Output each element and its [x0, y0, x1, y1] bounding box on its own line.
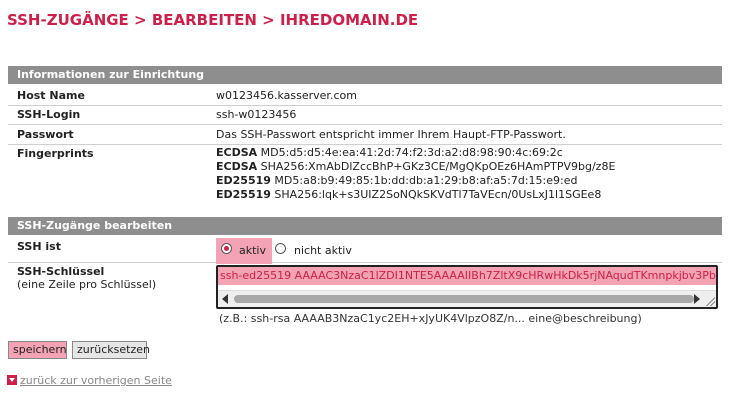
fingerprint-algo: ECDSA	[216, 160, 258, 173]
radio-inactive-label[interactable]: nicht aktiv	[294, 244, 352, 257]
fingerprint-algo: ED25519	[216, 174, 271, 187]
fingerprint-hash: MD5:d5:d5:4e:ea:41:2d:74:f2:3d:a2:d8:98:…	[260, 146, 563, 159]
scrollbar-thumb[interactable]	[234, 295, 694, 303]
ssh-keys-label: SSH-Schlüssel	[17, 265, 105, 278]
host-label: Host Name	[17, 89, 85, 102]
fingerprint-item: ED25519 SHA256:lqk+s3UIZ2SoNQkSKVdTl7TaV…	[216, 188, 615, 202]
save-button[interactable]: speichern	[8, 341, 67, 359]
ssh-keys-sublabel: (eine Zeile pro Schlüssel)	[17, 278, 157, 291]
fingerprint-hash: SHA256:lqk+s3UIZ2SoNQkSKVdTl7TaVEcn/0UsL…	[274, 188, 602, 201]
ssh-keys-row: SSH-Schlüssel (eine Zeile pro Schlüssel)…	[8, 263, 722, 329]
scroll-left-icon[interactable]	[222, 294, 228, 304]
password-value: Das SSH-Passwort entspricht immer Ihrem …	[216, 128, 566, 141]
back-arrow-icon	[7, 375, 17, 385]
resize-grip-icon[interactable]	[705, 296, 715, 306]
ssh-keys-example: (z.B.: ssh-rsa AAAAB3NzaC1yc2EH+xJyUK4Vl…	[219, 312, 642, 325]
radio-active-label[interactable]: aktiv	[239, 244, 266, 257]
edit-section-header: SSH-Zugänge bearbeiten	[8, 217, 722, 235]
back-link-label[interactable]: zurück zur vorherigen Seite	[20, 374, 172, 387]
scroll-right-icon[interactable]	[694, 294, 700, 304]
fingerprints-list: ECDSA MD5:d5:d5:4e:ea:41:2d:74:f2:3d:a2:…	[216, 146, 615, 202]
radio-inactive[interactable]	[275, 243, 286, 254]
password-label: Passwort	[17, 128, 74, 141]
fingerprint-hash: SHA256:XmAbDlZccBhP+GKz3CE/MgQKpOEz6HAmP…	[260, 160, 616, 173]
login-value: ssh-w0123456	[216, 108, 297, 121]
fingerprints-label: Fingerprints	[17, 147, 94, 160]
page-title: SSH-ZUGÄNGE > BEARBEITEN > IHREDOMAIN.DE	[7, 11, 419, 29]
reset-button[interactable]: zurücksetzen	[72, 341, 150, 359]
back-link[interactable]: zurück zur vorherigen Seite	[7, 374, 172, 387]
host-value: w0123456.kasserver.com	[216, 89, 357, 102]
fingerprint-item: ECDSA MD5:d5:d5:4e:ea:41:2d:74:f2:3d:a2:…	[216, 146, 615, 160]
login-label: SSH-Login	[17, 108, 81, 121]
ssh-keys-textarea[interactable]: ssh-ed25519 AAAAC3NzaC1lZDI1NTE5AAAAIIBh…	[216, 265, 718, 309]
ssh-status-label: SSH ist	[17, 240, 61, 253]
fingerprint-item: ECDSA SHA256:XmAbDlZccBhP+GKz3CE/MgQKpOE…	[216, 160, 615, 174]
password-row: Passwort Das SSH-Passwort entspricht imm…	[8, 125, 722, 145]
login-row: SSH-Login ssh-w0123456	[8, 106, 722, 125]
fingerprint-algo: ED25519	[216, 188, 271, 201]
fingerprint-hash: MD5:a8:b9:49:85:1b:dd:db:a1:29:b8:af:a5:…	[274, 174, 578, 187]
horizontal-scrollbar[interactable]	[218, 290, 716, 307]
ssh-status-row: SSH ist aktiv nicht aktiv	[8, 238, 722, 264]
fingerprint-item: ED25519 MD5:a8:b9:49:85:1b:dd:db:a1:29:b…	[216, 174, 615, 188]
ssh-keys-value[interactable]: ssh-ed25519 AAAAC3NzaC1lZDI1NTE5AAAAIIBh…	[218, 267, 716, 285]
host-row: Host Name w0123456.kasserver.com	[8, 87, 722, 106]
radio-active[interactable]	[221, 243, 232, 254]
fingerprint-algo: ECDSA	[216, 146, 258, 159]
info-section-header: Informationen zur Einrichtung	[8, 66, 722, 84]
fingerprints-row: Fingerprints ECDSA MD5:d5:d5:4e:ea:41:2d…	[8, 145, 722, 201]
